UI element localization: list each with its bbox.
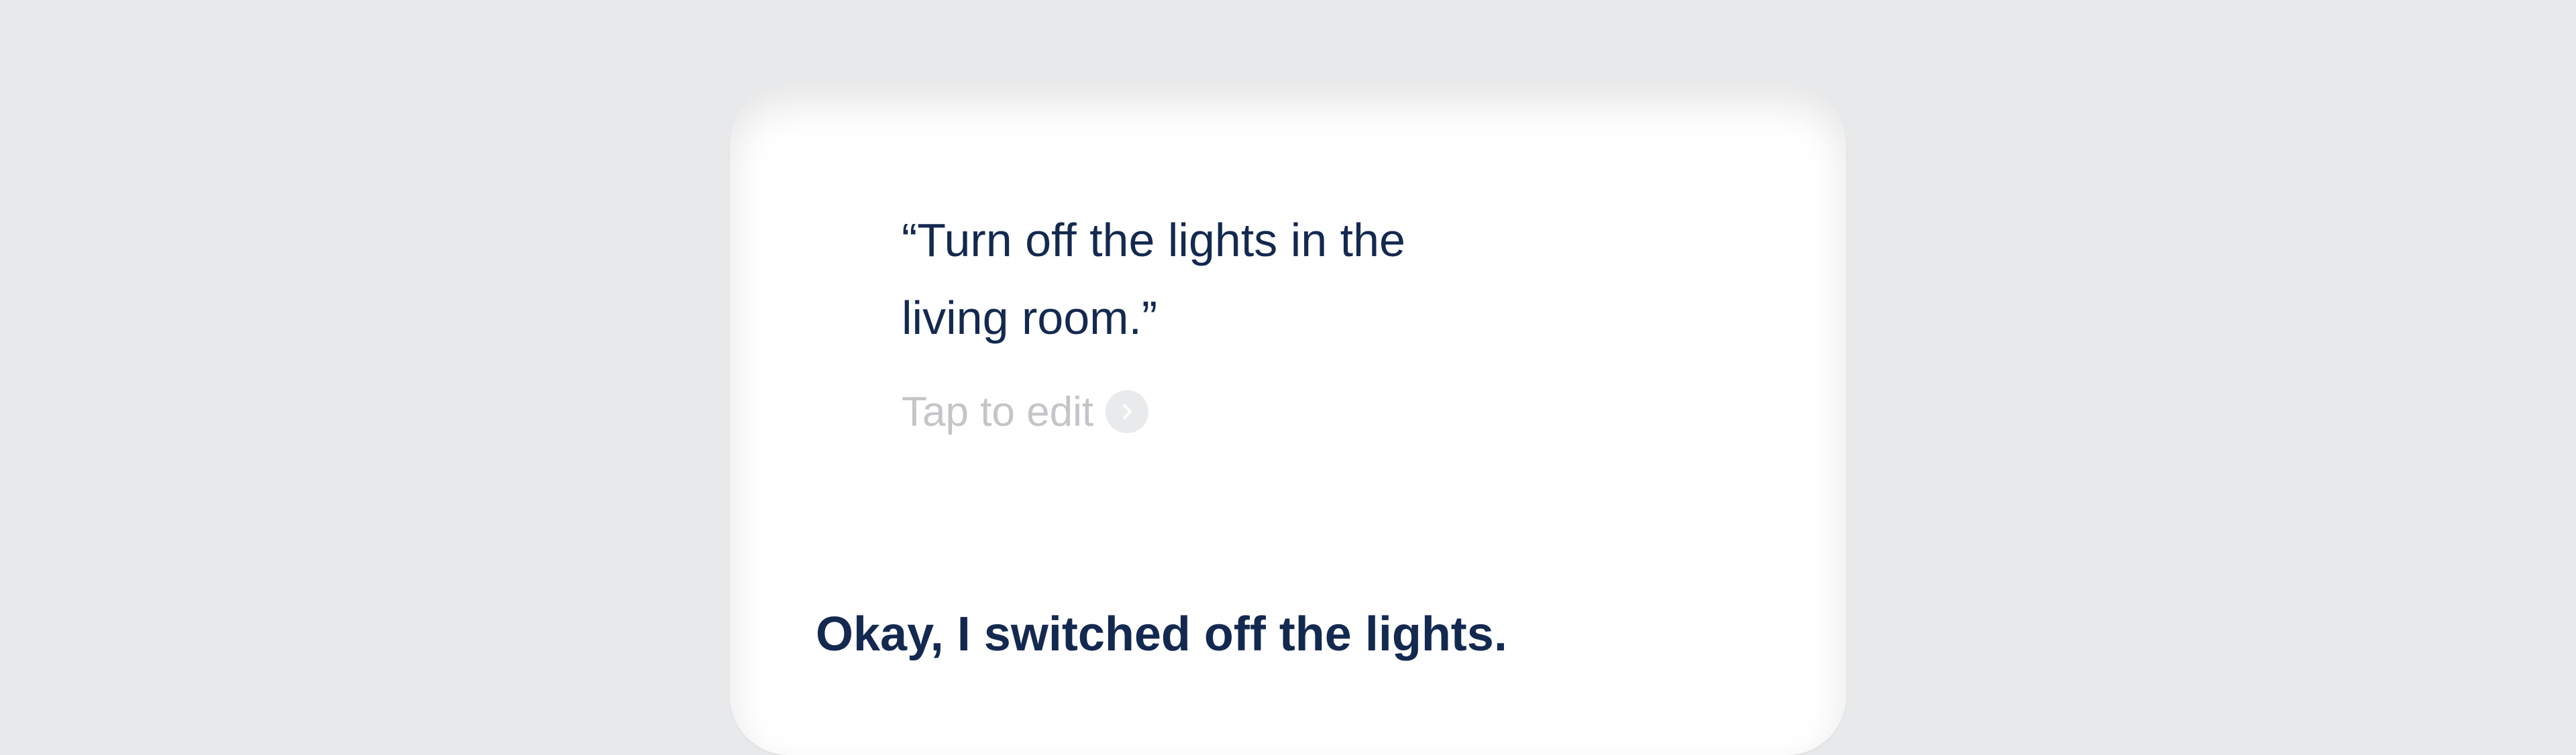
- chevron-right-icon-glyph: [1123, 404, 1132, 419]
- chevron-right-icon: [1106, 390, 1149, 433]
- assistant-card: “Turn off the lights in the living room.…: [730, 84, 1846, 755]
- spoken-query: “Turn off the lights in the living room.…: [902, 214, 1405, 344]
- tap-to-edit-label: Tap to edit: [902, 388, 1094, 435]
- assistant-response: Okay, I switched off the lights.: [816, 607, 1507, 661]
- tap-to-edit-button[interactable]: Tap to edit: [902, 385, 1149, 439]
